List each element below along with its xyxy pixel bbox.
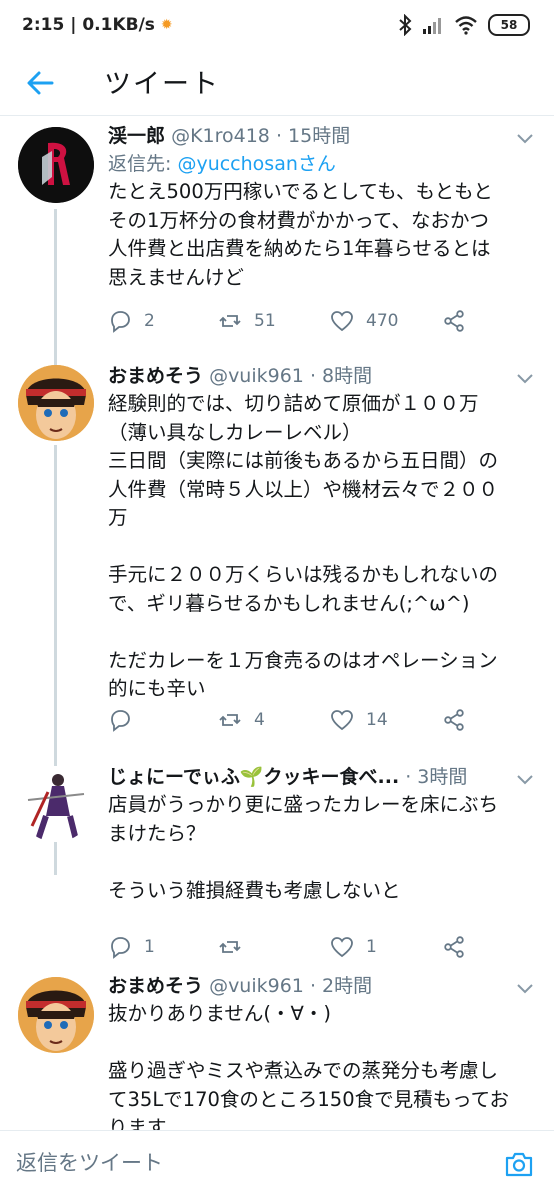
heart-icon	[331, 937, 353, 958]
avatar[interactable]	[18, 365, 94, 441]
samurai-figure-avatar-icon	[18, 766, 94, 842]
share-button[interactable]	[442, 708, 466, 732]
tweet-meta: じょにーでぃふ🌱クッキー食べ... · 3時間	[108, 763, 538, 791]
chevron-down-icon[interactable]	[514, 367, 536, 389]
timestamp[interactable]: · 15時間	[276, 125, 350, 147]
chevron-down-icon[interactable]	[514, 977, 536, 999]
notification-icon: ✹	[160, 17, 173, 33]
share-icon	[444, 709, 464, 731]
retweet-button[interactable]: 51	[218, 309, 276, 333]
reply-count: 2	[144, 311, 155, 331]
reply-to-label: 返信先:	[108, 153, 178, 175]
timestamp[interactable]: · 2時間	[310, 975, 372, 997]
back-arrow-icon[interactable]	[22, 65, 58, 101]
display-name[interactable]: じょにーでぃふ🌱クッキー食べ...	[108, 766, 399, 788]
reply-bar: 返信をツイート	[0, 1130, 554, 1200]
tweet-text: 経験則的では、切り詰めて原価が１００万 （薄い具なしカレーレベル） 三日間（実際…	[108, 392, 499, 700]
tweet-actions: 4 14	[108, 708, 528, 738]
share-button[interactable]	[442, 309, 466, 333]
status-time: 2:15 | 0.1KB/s	[22, 15, 155, 35]
timestamp[interactable]: · 3時間	[405, 766, 467, 788]
avatar[interactable]	[18, 766, 94, 842]
like-count: 14	[366, 710, 388, 730]
tweet-content: おまめそう @vuik961 · 2時間 抜かりありません(・∀・) 盛り過ぎや…	[108, 972, 538, 1143]
thread-line	[54, 209, 57, 351]
reply-icon	[111, 311, 130, 333]
retweet-icon	[219, 714, 241, 726]
user-handle[interactable]: @vuik961	[209, 975, 304, 997]
display-name[interactable]: 渓一郎	[108, 125, 165, 147]
camera-icon[interactable]	[504, 1149, 534, 1179]
status-right: 58	[398, 14, 530, 36]
heart-icon	[331, 311, 353, 332]
battery-icon: 58	[488, 14, 530, 36]
thread-line	[54, 347, 57, 365]
tweet-meta: おまめそう @vuik961 · 2時間	[108, 972, 538, 1000]
display-name[interactable]: おまめそう	[108, 365, 203, 387]
tweet-text: 抜かりありません(・∀・) 盛り過ぎやミスや煮込みでの蒸発分も考慮し て35Lで…	[108, 1002, 510, 1139]
like-button[interactable]: 470	[330, 309, 398, 333]
tweet-text: 店員がうっかり更に盛ったカレーを床にぶち まけたら？ そういう雑損経費も考慮しな…	[108, 793, 499, 902]
reply-button[interactable]: 1	[108, 935, 155, 959]
like-count: 470	[366, 311, 399, 331]
rockets-logo-icon	[18, 127, 94, 203]
share-icon	[444, 310, 464, 332]
tweet-content: 渓一郎 @K1ro418 · 15時間 返信先: @yucchosanさん たと…	[108, 122, 538, 292]
chevron-down-icon[interactable]	[514, 127, 536, 149]
user-handle[interactable]: @vuik961	[209, 365, 304, 387]
tweet-actions: 2 51 470	[108, 309, 528, 339]
heart-icon	[331, 710, 353, 731]
chevron-down-icon[interactable]	[514, 768, 536, 790]
tweet-content: おまめそう @vuik961 · 8時間 経験則的では、切り詰めて原価が１００万…	[108, 362, 538, 704]
bluetooth-icon	[399, 14, 412, 36]
status-bar: 2:15 | 0.1KB/s ✹ 58	[0, 0, 554, 50]
avatar[interactable]	[18, 977, 94, 1053]
like-count: 1	[366, 937, 377, 957]
retweet-button[interactable]	[218, 935, 254, 959]
reply-button[interactable]: 2	[108, 309, 155, 333]
like-button[interactable]: 14	[330, 708, 388, 732]
retweet-count: 4	[254, 710, 265, 730]
timestamp[interactable]: · 8時間	[310, 365, 372, 387]
reply-count: 1	[144, 937, 155, 957]
avatar[interactable]	[18, 127, 94, 203]
status-left: 2:15 | 0.1KB/s ✹	[22, 15, 173, 35]
reply-tweet-input[interactable]: 返信をツイート	[16, 1147, 163, 1177]
share-button[interactable]	[442, 935, 466, 959]
retweet-count: 51	[254, 311, 276, 331]
wifi-icon	[455, 16, 477, 35]
tweet-text: たとえ500万円稼いでるとしても、もともと その1万杯分の食材費がかかって、なお…	[108, 180, 493, 289]
anime-face-avatar-icon	[18, 365, 94, 441]
cell-signal-icon	[423, 18, 441, 34]
reply-button[interactable]	[108, 708, 144, 732]
retweet-icon	[219, 941, 241, 953]
user-handle[interactable]: @K1ro418	[171, 125, 270, 147]
share-icon	[444, 936, 464, 958]
reply-to-line: 返信先: @yucchosanさん	[108, 150, 538, 178]
anime-face-avatar-icon	[18, 977, 94, 1053]
reply-mention-link[interactable]: @yucchosanさん	[177, 153, 335, 175]
like-button[interactable]: 1	[330, 935, 377, 959]
thread-line	[54, 740, 57, 764]
reply-icon	[111, 937, 130, 959]
retweet-button[interactable]: 4	[218, 708, 265, 732]
reply-icon	[111, 710, 130, 732]
display-name[interactable]: おまめそう	[108, 975, 203, 997]
page-title: ツイート	[104, 69, 220, 100]
tweet-meta: おまめそう @vuik961 · 8時間	[108, 362, 538, 390]
top-app-bar: ツイート	[0, 50, 554, 116]
tweet-actions: 1 1	[108, 935, 528, 965]
tweet-meta: 渓一郎 @K1ro418 · 15時間	[108, 122, 538, 150]
tweet-content: じょにーでぃふ🌱クッキー食べ... · 3時間 店員がうっかり更に盛ったカレーを…	[108, 763, 538, 905]
retweet-icon	[219, 315, 241, 327]
